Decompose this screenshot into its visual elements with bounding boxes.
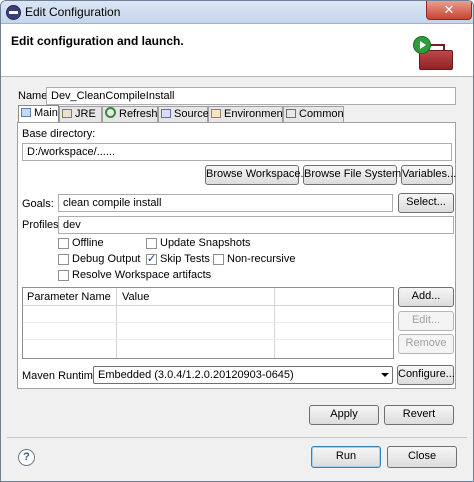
jre-icon [62,109,72,118]
tab-common-label: Common [299,108,344,120]
tab-environment[interactable]: Environment [208,106,286,122]
maven-runtime-value: Embedded (3.0.4/1.2.0.20120903-0645) [98,369,294,381]
source-icon [161,109,171,118]
configure-runtime-button[interactable]: Configure... [397,365,455,385]
tab-main-label: Main [34,107,58,119]
maven-main-icon [21,108,31,117]
maven-runtime-dropdown[interactable]: Embedded (3.0.4/1.2.0.20120903-0645) [93,366,393,384]
footer-divider [7,437,467,438]
tab-environment-label: Environment [224,108,286,120]
remove-parameter-button[interactable]: Remove [398,334,454,354]
revert-button[interactable]: Revert [384,405,454,425]
tab-source-label: Source [174,108,209,120]
add-parameter-button[interactable]: Add... [398,287,454,307]
non-recursive-label: Non-recursive [227,253,296,265]
update-snapshots-checkbox[interactable] [146,238,157,249]
skip-tests-checkbox[interactable] [146,252,157,265]
browse-file-system-button[interactable]: Browse File System... [303,165,410,185]
title-bar[interactable]: Edit Configuration ✕ [1,1,473,24]
column-divider [116,288,117,358]
run-button[interactable]: Run [311,446,381,468]
help-icon[interactable]: ? [18,449,35,466]
browse-workspace-button[interactable]: Browse Workspace... [205,165,310,185]
non-recursive-checkbox[interactable] [213,254,224,265]
run-toolbox-icon [413,36,453,70]
tab-source[interactable]: Source [158,106,209,122]
variables-button[interactable]: Variables... [401,165,456,185]
tab-common[interactable]: Common [283,106,344,122]
table-header: Parameter Name Value [23,288,393,306]
window-title: Edit Configuration [25,5,121,19]
tab-jre[interactable]: JRE [59,106,102,122]
close-button[interactable]: Close [387,446,457,468]
table-row [23,339,393,340]
apply-button[interactable]: Apply [309,405,379,425]
debug-output-checkbox[interactable] [58,254,69,265]
table-row [23,322,393,323]
tab-main[interactable]: Main [18,105,59,123]
offline-checkbox[interactable] [58,238,69,249]
column-value[interactable]: Value [122,291,149,303]
profiles-field[interactable]: dev [58,216,454,234]
edit-parameter-button[interactable]: Edit... [398,311,454,331]
resolve-workspace-label: Resolve Workspace artifacts [72,269,212,281]
resolve-workspace-checkbox[interactable] [58,270,69,281]
chevron-down-icon [381,373,389,377]
eclipse-icon [6,5,21,20]
environment-icon [211,109,221,118]
debug-output-label: Debug Output [72,253,141,265]
common-icon [286,109,296,118]
window-close-button[interactable]: ✕ [426,1,472,20]
base-directory-label: Base directory: [22,128,96,140]
maven-runtime-label: Maven Runtime: [22,370,103,382]
goals-field[interactable]: clean compile install [58,194,393,212]
header-title: Edit configuration and launch. [11,34,184,48]
dialog-header: Edit configuration and launch. [1,24,473,77]
edit-configuration-dialog: Edit Configuration ✕ Edit configuration … [0,0,474,482]
tab-refresh-label: Refresh [119,108,158,120]
goals-label: Goals: [22,198,54,210]
column-parameter-name[interactable]: Parameter Name [27,291,111,303]
update-snapshots-label: Update Snapshots [160,237,251,249]
select-goals-button[interactable]: Select... [398,193,454,213]
name-field[interactable]: Dev_CleanCompileInstall [46,87,456,105]
refresh-icon [105,107,116,118]
offline-label: Offline [72,237,104,249]
profiles-label: Profiles: [22,219,62,231]
base-directory-field[interactable]: D:/workspace/...... [22,143,452,161]
parameters-table[interactable]: Parameter Name Value [22,287,394,359]
tab-jre-label: JRE [75,108,96,120]
tab-refresh[interactable]: Refresh [102,106,158,122]
skip-tests-label: Skip Tests [160,253,210,265]
column-divider [274,288,275,358]
